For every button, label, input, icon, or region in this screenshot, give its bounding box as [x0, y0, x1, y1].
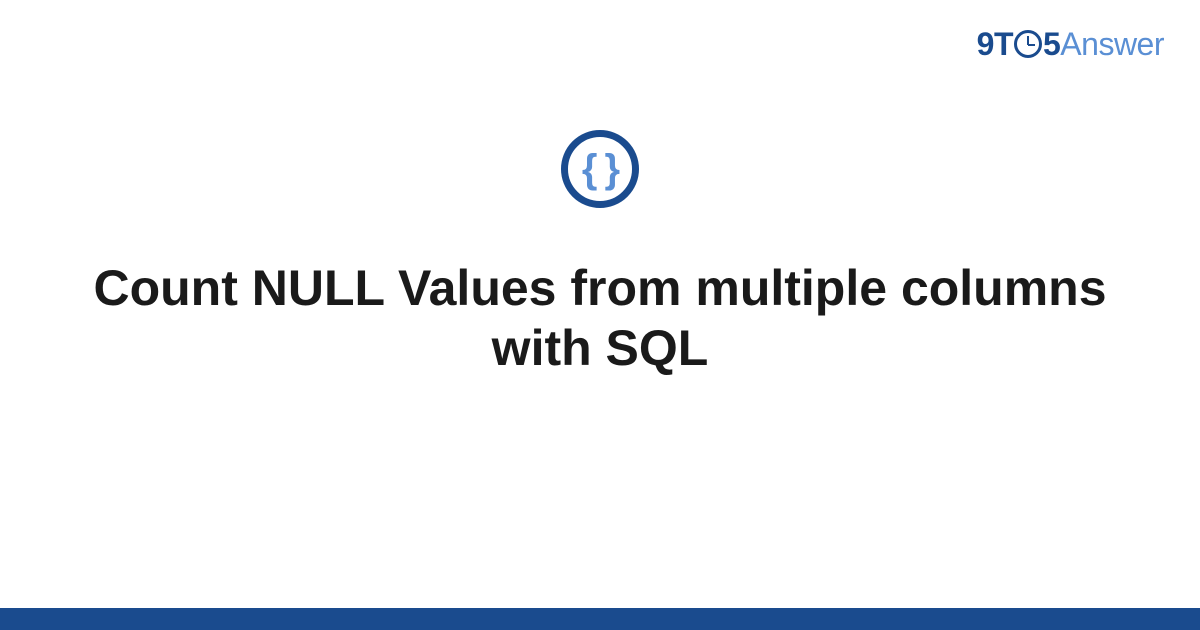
page-title: Count NULL Values from multiple columns …: [60, 258, 1140, 378]
clock-icon: [1014, 30, 1042, 58]
footer-bar: [0, 608, 1200, 630]
logo-suffix: Answer: [1060, 26, 1164, 62]
logo-prefix: 9T: [977, 26, 1013, 62]
category-icon-ring: { }: [561, 130, 639, 208]
code-braces-icon: { }: [582, 149, 618, 189]
logo-middle: 5: [1043, 26, 1060, 62]
site-logo: 9T 5Answer: [977, 26, 1164, 63]
